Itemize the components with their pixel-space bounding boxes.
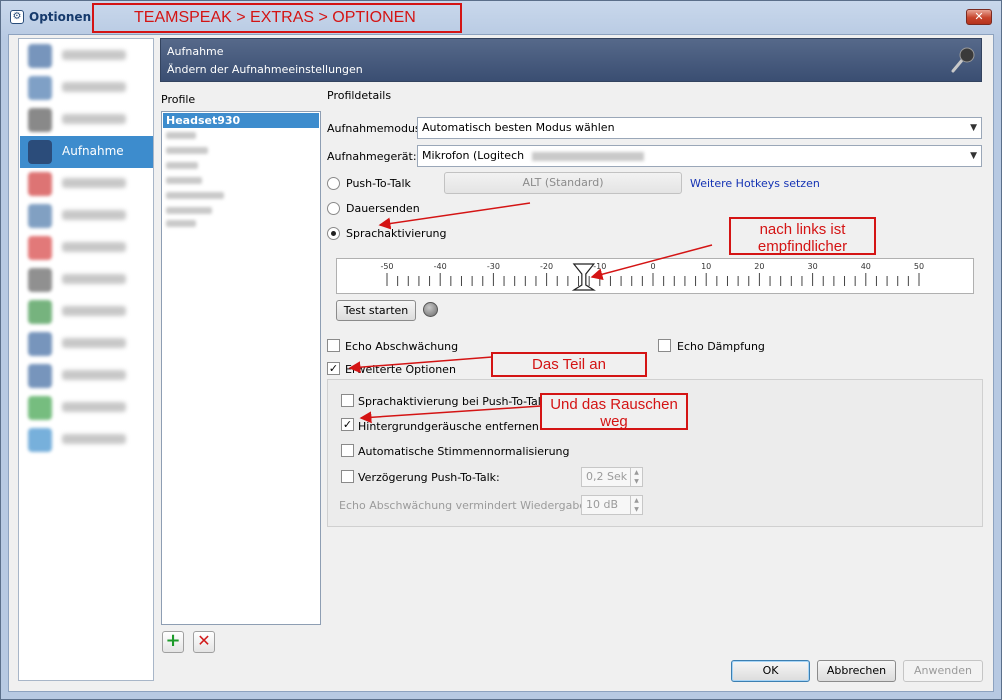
- ok-button[interactable]: OK: [731, 660, 810, 682]
- apply-button[interactable]: Anwenden: [903, 660, 983, 682]
- cancel-button[interactable]: Abbrechen: [817, 660, 896, 682]
- annotation-arrow: [359, 405, 542, 424]
- annotation-arrow: [378, 202, 531, 230]
- annotation-arrow: [348, 356, 493, 374]
- annotation-arrows: [348, 202, 713, 424]
- annotation-arrow: [590, 244, 713, 281]
